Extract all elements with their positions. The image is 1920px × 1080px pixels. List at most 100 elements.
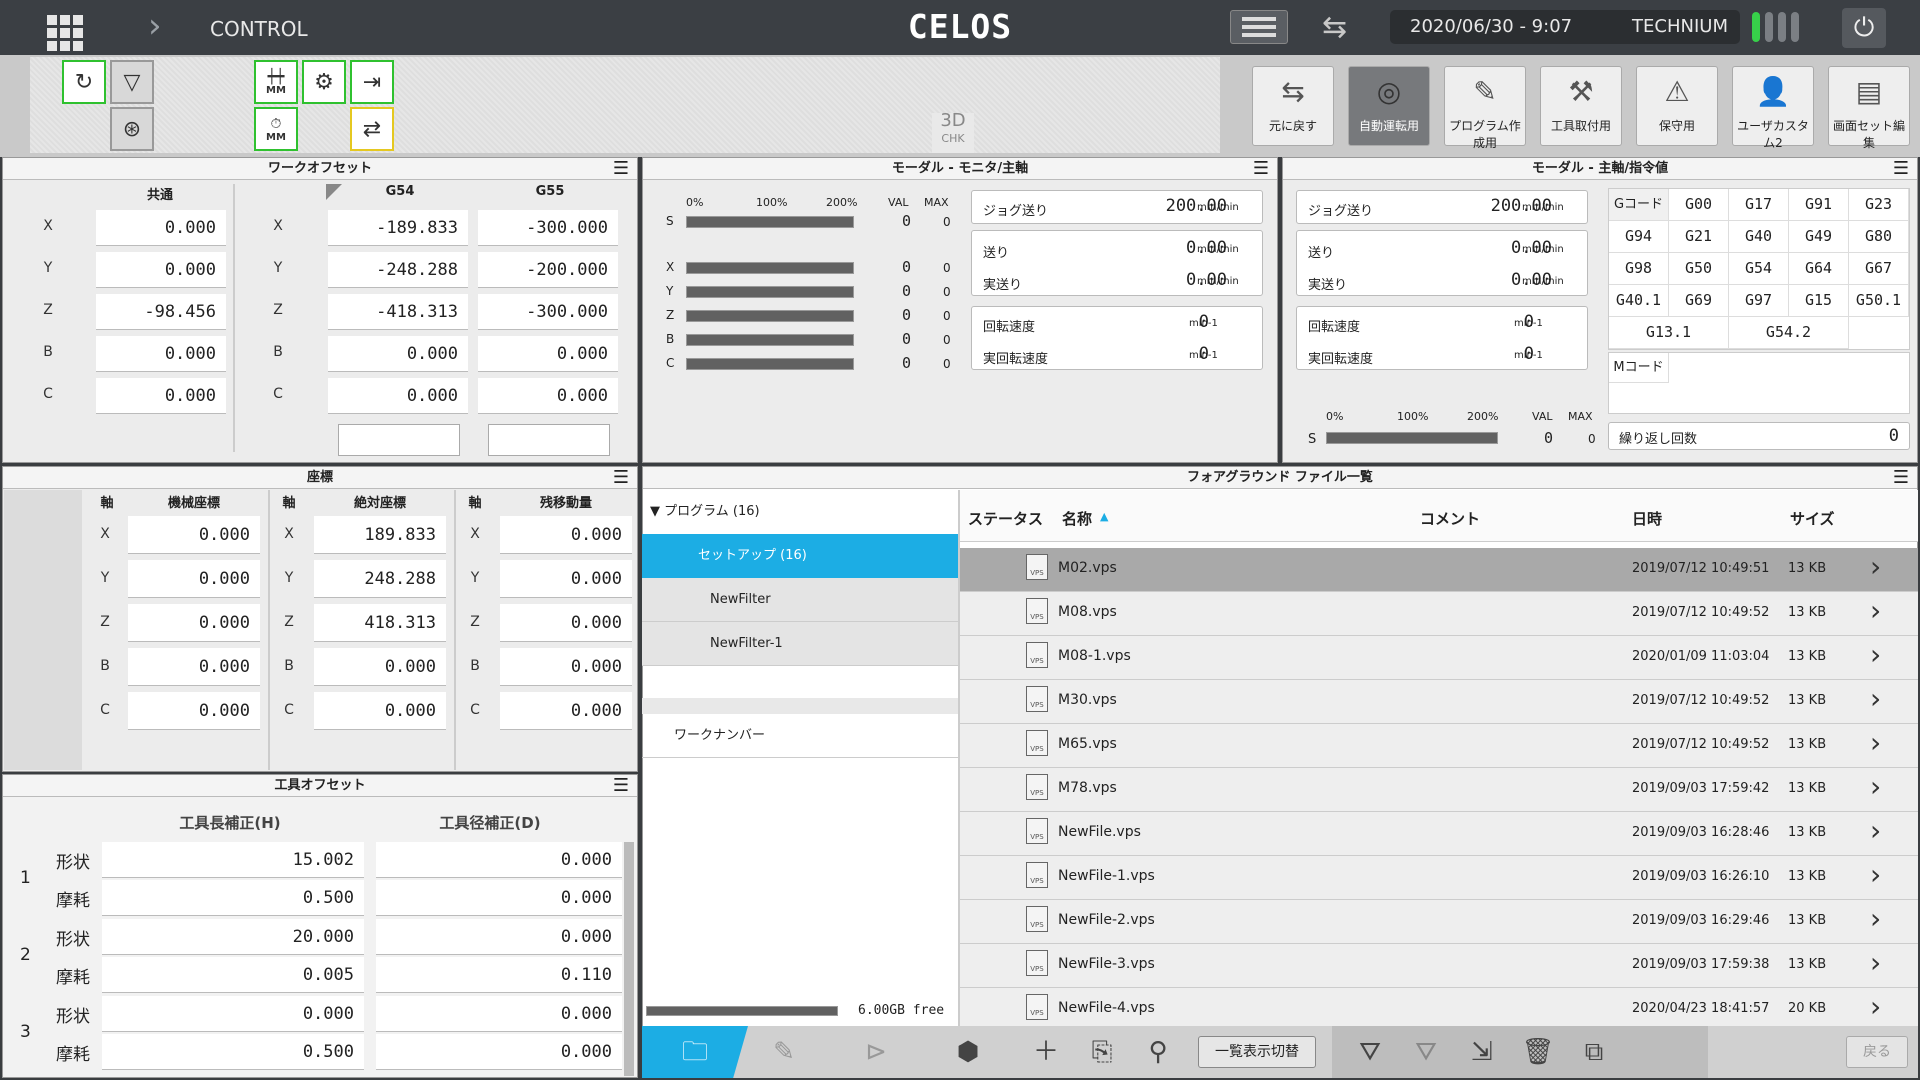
search-icon[interactable]: ⚲ xyxy=(1130,1026,1186,1078)
common-offset-value[interactable]: 0.000 xyxy=(96,378,226,414)
clamp-icon[interactable]: ⇥ xyxy=(350,60,394,104)
tool-measure-mm-icon[interactable]: ⏱ MM xyxy=(254,107,298,151)
chevron-right-icon[interactable]: › xyxy=(148,9,172,44)
g54-offset-value[interactable]: -418.313 xyxy=(328,294,468,330)
file-row[interactable]: VPS M30.vps 2019/07/12 10:49:52 13 KB › xyxy=(960,680,1918,724)
spindle-icon[interactable]: ⊛ xyxy=(110,107,154,151)
shape-h-value[interactable]: 0.000 xyxy=(102,996,364,1032)
file-row[interactable]: VPS NewFile.vps 2019/09/03 16:28:46 13 K… xyxy=(960,812,1918,856)
tool-mount-button[interactable]: ⚒ 工具取付用 xyxy=(1540,66,1622,146)
tree-item-newfilter-1[interactable]: NewFilter-1 xyxy=(642,622,958,666)
g54-offset-value[interactable]: 0.000 xyxy=(328,336,468,372)
chevron-right-icon[interactable]: › xyxy=(1870,550,1881,583)
chevron-right-icon[interactable]: › xyxy=(1870,594,1881,627)
chevron-right-icon[interactable]: › xyxy=(1870,814,1881,847)
file-row[interactable]: VPS NewFile-1.vps 2019/09/03 16:26:10 13… xyxy=(960,856,1918,900)
shape-d-value[interactable]: 0.000 xyxy=(376,996,622,1032)
import-icon[interactable]: ⎘ xyxy=(1074,1026,1130,1078)
folder-icon[interactable]: 🗀 xyxy=(642,1026,748,1078)
panel-menu-icon[interactable]: ☰ xyxy=(613,777,629,795)
power-icon[interactable]: ⏻ xyxy=(1842,8,1886,48)
g54-offset-value[interactable]: -189.833 xyxy=(328,210,468,246)
common-offset-value[interactable]: 0.000 xyxy=(96,336,226,372)
chevron-right-icon[interactable]: › xyxy=(1870,858,1881,891)
g55-offset-value[interactable]: 0.000 xyxy=(478,336,618,372)
file-row[interactable]: VPS M65.vps 2019/07/12 10:49:52 13 KB › xyxy=(960,724,1918,768)
g55-offset-value[interactable]: -200.000 xyxy=(478,252,618,288)
chevron-right-icon[interactable]: › xyxy=(1870,726,1881,759)
g55-offset-value[interactable]: 0.000 xyxy=(478,378,618,414)
g55-extra-field[interactable] xyxy=(488,424,610,456)
probe-icon[interactable]: ⚙ xyxy=(302,60,346,104)
scrollbar[interactable] xyxy=(624,842,634,1076)
col-comment[interactable]: コメント xyxy=(1420,508,1480,529)
chevron-right-icon[interactable]: › xyxy=(1870,990,1881,1023)
tool-change-icon[interactable]: ⇄ xyxy=(350,107,394,151)
cube-icon[interactable]: ⬢ xyxy=(922,1026,1014,1078)
tree-root[interactable]: ▼ プログラム (16) xyxy=(650,490,966,534)
panel-menu-icon[interactable]: ☰ xyxy=(613,160,629,178)
shape-h-value[interactable]: 15.002 xyxy=(102,842,364,878)
pencil-icon[interactable]: ✎ xyxy=(738,1026,830,1078)
wear-h-value[interactable]: 0.500 xyxy=(102,1034,364,1070)
shape-d-value[interactable]: 0.000 xyxy=(376,842,622,878)
maintenance-button[interactable]: ⚠ 保守用 xyxy=(1636,66,1718,146)
common-offset-value[interactable]: 0.000 xyxy=(96,252,226,288)
chevron-right-icon[interactable]: › xyxy=(1870,638,1881,671)
file-row[interactable]: VPS M08-1.vps 2020/01/09 11:03:04 13 KB … xyxy=(960,636,1918,680)
undo-button[interactable]: ⇆ 元に戻す xyxy=(1252,66,1334,146)
g55-offset-value[interactable]: -300.000 xyxy=(478,210,618,246)
tree-item-setup[interactable]: セットアップ (16) xyxy=(642,534,958,578)
3d-check-button[interactable]: 3D CHK xyxy=(932,112,974,153)
col-name[interactable]: 名称 xyxy=(1062,508,1092,529)
trash-icon[interactable]: 🗑 xyxy=(1510,1026,1566,1078)
tree-item-newfilter[interactable]: NewFilter xyxy=(642,578,958,622)
play-icon[interactable]: ⊳ xyxy=(830,1026,922,1078)
shape-d-value[interactable]: 0.000 xyxy=(376,919,622,955)
filter-clear-icon[interactable]: ⛛ xyxy=(1398,1026,1454,1078)
g54-extra-field[interactable] xyxy=(338,424,460,456)
copy-icon[interactable]: ⧉ xyxy=(1566,1026,1622,1078)
col-status[interactable]: ステータス xyxy=(968,508,1043,529)
wear-h-value[interactable]: 0.005 xyxy=(102,957,364,993)
wear-h-value[interactable]: 0.500 xyxy=(102,880,364,916)
g54-offset-value[interactable]: 0.000 xyxy=(328,378,468,414)
file-row[interactable]: VPS M08.vps 2019/07/12 10:49:52 13 KB › xyxy=(960,592,1918,636)
export-icon[interactable]: ⇲ xyxy=(1454,1026,1510,1078)
hamburger-icon[interactable] xyxy=(1230,10,1288,44)
measure-mm-icon[interactable]: ┿┿ MM xyxy=(254,60,298,104)
chevron-right-icon[interactable]: › xyxy=(1870,902,1881,935)
filter-icon[interactable]: ⛛ xyxy=(1342,1026,1398,1078)
panel-menu-icon[interactable]: ☰ xyxy=(1253,160,1269,178)
col-date[interactable]: 日時 xyxy=(1632,508,1662,529)
shape-h-value[interactable]: 20.000 xyxy=(102,919,364,955)
back-button[interactable]: 戻る xyxy=(1846,1036,1908,1068)
panel-menu-icon[interactable]: ☰ xyxy=(613,469,629,487)
chevron-right-icon[interactable]: › xyxy=(1870,770,1881,803)
file-row[interactable]: VPS M78.vps 2019/09/03 17:59:42 13 KB › xyxy=(960,768,1918,812)
swap-icon[interactable]: ⇆ xyxy=(1322,10,1347,45)
wear-d-value[interactable]: 0.000 xyxy=(376,880,622,916)
app-grid-icon[interactable] xyxy=(40,8,88,51)
auto-run-button[interactable]: ◎ 自動運転用 xyxy=(1348,66,1430,146)
program-edit-button[interactable]: ✎ プログラム作成用 xyxy=(1444,66,1526,150)
g55-offset-value[interactable]: -300.000 xyxy=(478,294,618,330)
file-row[interactable]: VPS M02.vps 2019/07/12 10:49:51 13 KB › xyxy=(960,548,1918,592)
screen-set-button[interactable]: ▤ 画面セット編集 xyxy=(1828,66,1910,150)
cycle-icon[interactable]: ↻ xyxy=(62,60,106,104)
work-number-item[interactable]: ワークナンバー xyxy=(642,714,958,758)
wear-d-value[interactable]: 0.110 xyxy=(376,957,622,993)
file-row[interactable]: VPS NewFile-3.vps 2019/09/03 17:59:38 13… xyxy=(960,944,1918,988)
common-offset-value[interactable]: -98.456 xyxy=(96,294,226,330)
stop-icon[interactable]: ▽ xyxy=(110,60,154,104)
panel-menu-icon[interactable]: ☰ xyxy=(1893,160,1909,178)
common-offset-value[interactable]: 0.000 xyxy=(96,210,226,246)
wear-d-value[interactable]: 0.000 xyxy=(376,1034,622,1070)
g54-offset-value[interactable]: -248.288 xyxy=(328,252,468,288)
file-row[interactable]: VPS NewFile-2.vps 2019/09/03 16:29:46 13… xyxy=(960,900,1918,944)
add-icon[interactable]: ＋ xyxy=(1018,1026,1074,1078)
chevron-right-icon[interactable]: › xyxy=(1870,682,1881,715)
user-custom-button[interactable]: 👤 ユーザカスタム2 xyxy=(1732,66,1814,150)
col-size[interactable]: サイズ xyxy=(1790,508,1835,529)
chevron-right-icon[interactable]: › xyxy=(1870,946,1881,979)
